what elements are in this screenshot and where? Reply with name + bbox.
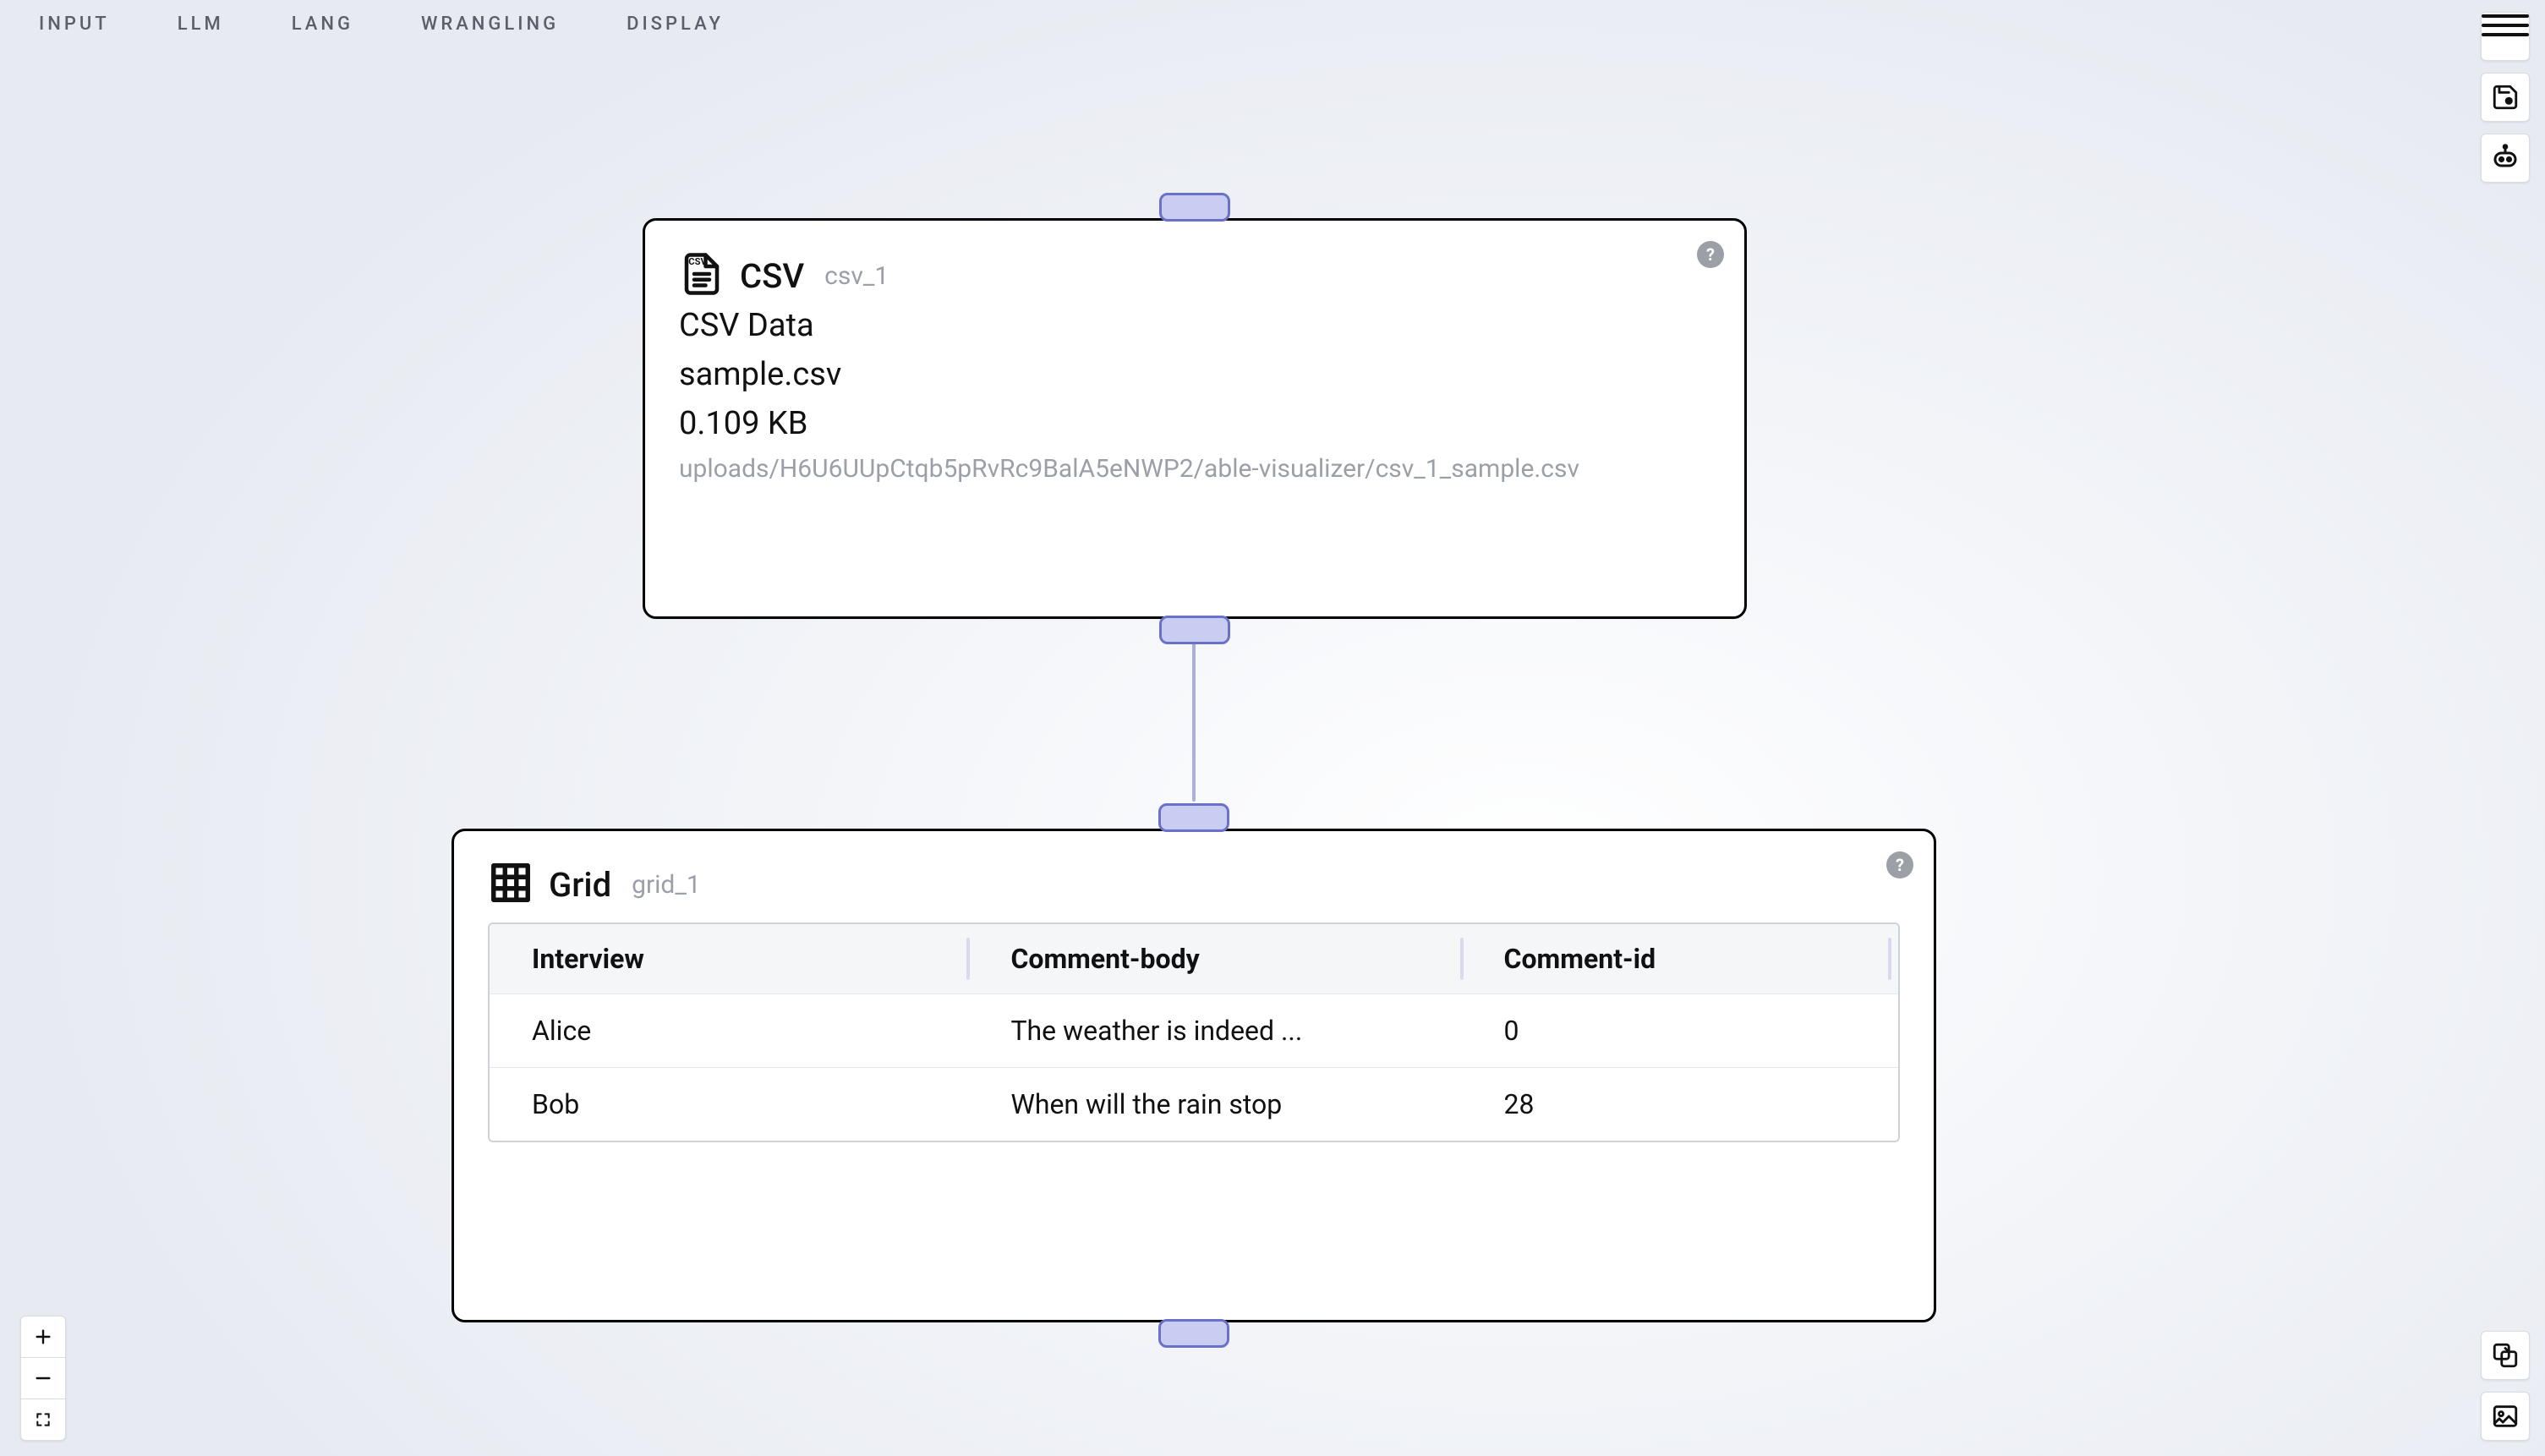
table-row[interactable]: Alice The weather is indeed ... 0 (490, 994, 1898, 1068)
node-type-label: CSV (740, 256, 804, 296)
node-header: CSV CSV csv_1 (645, 221, 1744, 307)
grid-icon (488, 860, 534, 909)
column-header-comment-id[interactable]: Comment-id (1462, 924, 1898, 994)
export-image-button[interactable] (2481, 1392, 2530, 1441)
node-csv[interactable]: ? CSV CSV csv_1 CSV Data sam (643, 218, 1747, 619)
help-button-csv[interactable]: ? (1697, 241, 1724, 268)
node-header: Grid grid_1 (454, 831, 1934, 922)
bottom-right-toolbar (2481, 1331, 2530, 1441)
node-id-label: csv_1 (824, 261, 889, 291)
port-csv-in[interactable] (1159, 193, 1230, 222)
port-grid-in[interactable] (1158, 803, 1229, 832)
port-grid-out[interactable] (1158, 1319, 1229, 1348)
node-id-label: grid_1 (632, 870, 701, 900)
csv-file-icon: CSV (679, 251, 725, 300)
node-type-label: Grid (549, 865, 611, 905)
data-table: Interview Comment-body Comment-id Alice … (490, 924, 1898, 1141)
plus-icon (34, 1327, 52, 1346)
export-code-button[interactable] (2481, 1331, 2530, 1380)
cell-comment-id: 28 (1462, 1068, 1898, 1141)
cell-interview: Bob (490, 1068, 968, 1141)
table-header-row: Interview Comment-body Comment-id (490, 924, 1898, 994)
grid-table-wrap: Interview Comment-body Comment-id Alice … (488, 922, 1900, 1142)
port-csv-out[interactable] (1159, 616, 1230, 644)
column-header-comment-body[interactable]: Comment-body (968, 924, 1461, 994)
image-icon (2491, 1402, 2520, 1431)
fit-view-button[interactable] (21, 1399, 65, 1440)
column-header-interview[interactable]: Interview (490, 924, 968, 994)
minus-icon (34, 1369, 52, 1388)
csv-filename: sample.csv (679, 356, 1710, 393)
overlap-squares-icon (2491, 1341, 2520, 1370)
cell-interview: Alice (490, 994, 968, 1068)
cell-comment-id: 0 (1462, 994, 1898, 1068)
zoom-out-button[interactable] (21, 1358, 65, 1399)
node-grid[interactable]: ? Grid grid_1 (452, 829, 1936, 1322)
cell-comment-body: The weather is indeed ... (968, 994, 1461, 1068)
fullscreen-icon (35, 1411, 52, 1428)
csv-size: 0.109 KB (679, 405, 1710, 442)
csv-path: uploads/H6U6UUpCtqb5pRvRc9BalA5eNWP2/abl… (679, 454, 1710, 484)
zoom-controls (20, 1316, 66, 1441)
zoom-in-button[interactable] (21, 1316, 65, 1358)
table-row[interactable]: Bob When will the rain stop 28 (490, 1068, 1898, 1141)
svg-text:CSV: CSV (688, 256, 707, 267)
help-button-grid[interactable]: ? (1886, 851, 1913, 879)
edge-csv-to-grid[interactable] (1192, 643, 1196, 802)
csv-section-label: CSV Data (679, 307, 1710, 344)
cell-comment-body: When will the rain stop (968, 1068, 1461, 1141)
canvas[interactable]: ? CSV CSV csv_1 CSV Data sam (0, 0, 2545, 1456)
